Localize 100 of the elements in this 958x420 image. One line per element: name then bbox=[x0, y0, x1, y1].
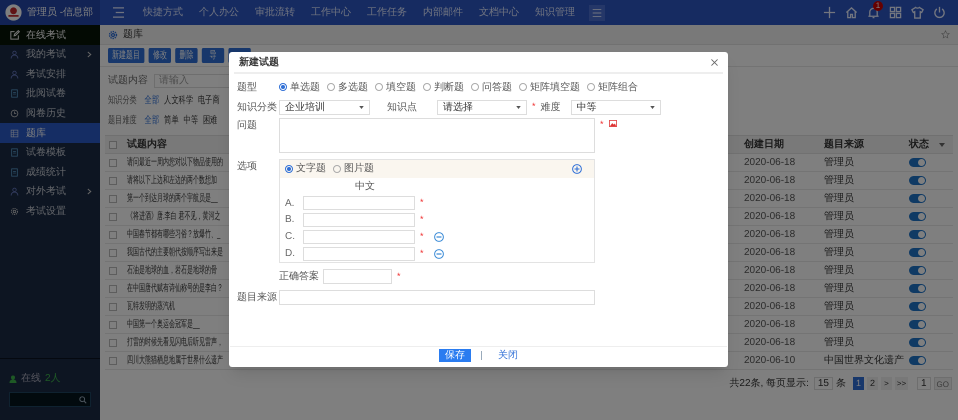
toolbar-button[interactable]: 修改 bbox=[148, 48, 171, 63]
select-field[interactable]: 企业培训 bbox=[279, 100, 370, 114]
checkbox[interactable] bbox=[109, 140, 117, 148]
close-link[interactable]: 关闭 bbox=[498, 348, 518, 363]
star-icon[interactable] bbox=[941, 30, 950, 39]
checkbox[interactable] bbox=[109, 212, 117, 220]
filter-option[interactable]: 人文科学 bbox=[164, 92, 193, 108]
bell-icon[interactable] bbox=[867, 6, 880, 19]
select-field[interactable]: 中等 bbox=[570, 100, 661, 114]
toggle-switch[interactable] bbox=[909, 158, 926, 167]
plus-icon[interactable] bbox=[823, 6, 836, 19]
toggle-switch[interactable] bbox=[909, 230, 926, 239]
filter-option[interactable]: 简单 bbox=[164, 112, 179, 128]
menu-icon[interactable] bbox=[112, 7, 125, 18]
option-input[interactable] bbox=[303, 212, 415, 227]
sidebar-item[interactable]: 批阅试卷 bbox=[0, 84, 100, 104]
checkbox[interactable] bbox=[109, 266, 117, 274]
checkbox[interactable] bbox=[109, 176, 117, 184]
checkbox[interactable] bbox=[109, 284, 117, 292]
toggle-switch[interactable] bbox=[909, 284, 926, 293]
toolbar-button[interactable]: 删除 bbox=[175, 48, 198, 63]
checkbox[interactable] bbox=[109, 230, 117, 238]
toggle-switch[interactable] bbox=[909, 320, 926, 329]
nav-link[interactable]: 快捷方式 bbox=[135, 5, 191, 20]
shirt-icon[interactable] bbox=[911, 6, 924, 19]
nav-link[interactable]: 知识管理 bbox=[527, 5, 583, 20]
radio-option[interactable]: 文字题 bbox=[285, 161, 326, 176]
nav-link[interactable]: 个人办公 bbox=[191, 5, 247, 20]
nav-link[interactable]: 文档中心 bbox=[471, 5, 527, 20]
radio-option[interactable]: 图片题 bbox=[333, 161, 374, 176]
sidebar-item[interactable]: 试卷模板 bbox=[0, 142, 100, 163]
remove-circle-icon[interactable] bbox=[434, 248, 444, 259]
toggle-switch[interactable] bbox=[909, 248, 926, 257]
filter-option[interactable]: 困难 bbox=[203, 112, 218, 128]
search-field[interactable] bbox=[9, 392, 91, 407]
checkbox[interactable] bbox=[109, 194, 117, 202]
toolbar-button[interactable]: 导 bbox=[202, 48, 224, 63]
toggle-switch[interactable] bbox=[909, 266, 926, 275]
checkbox[interactable] bbox=[109, 320, 117, 328]
power-icon[interactable] bbox=[933, 6, 946, 19]
select-field[interactable]: 请选择 bbox=[437, 100, 527, 114]
toggle-switch[interactable] bbox=[909, 356, 926, 365]
page-button[interactable]: 1 bbox=[852, 377, 864, 390]
option-input[interactable] bbox=[303, 246, 415, 261]
radio-option[interactable]: 矩阵填空题 bbox=[519, 80, 580, 94]
answer-input[interactable] bbox=[323, 269, 392, 284]
last-page-button[interactable]: >> bbox=[894, 377, 908, 390]
radio-option[interactable]: 填空题 bbox=[375, 80, 416, 94]
document-icon bbox=[10, 89, 19, 98]
filter-option[interactable]: 中等 bbox=[184, 112, 198, 128]
menu-icon[interactable] bbox=[589, 4, 605, 20]
sidebar-item[interactable]: 成绩统计 bbox=[0, 162, 100, 182]
grid-icon[interactable] bbox=[889, 6, 902, 19]
toolbar-button[interactable]: 新建题目 bbox=[108, 48, 144, 63]
checkbox[interactable] bbox=[109, 248, 117, 256]
nav-link[interactable]: 审批流转 bbox=[247, 5, 303, 20]
radio-option[interactable]: 多选题 bbox=[327, 80, 368, 94]
sidebar-item[interactable]: 对外考试 bbox=[0, 182, 100, 202]
next-page-button[interactable]: > bbox=[880, 377, 892, 390]
radio-option[interactable]: 单选题 bbox=[279, 80, 320, 94]
page-button[interactable]: 2 bbox=[866, 377, 878, 390]
option-input[interactable] bbox=[303, 196, 415, 210]
caret-down-icon[interactable] bbox=[939, 142, 945, 146]
radio-option[interactable]: 矩阵组合 bbox=[587, 80, 638, 94]
search-icon[interactable] bbox=[79, 396, 87, 404]
toggle-switch[interactable] bbox=[909, 212, 926, 221]
sidebar-item[interactable]: 考试设置 bbox=[0, 202, 100, 222]
checkbox[interactable] bbox=[109, 158, 117, 166]
option-letter: A. bbox=[285, 196, 296, 211]
sidebar-item[interactable]: 题库 bbox=[0, 123, 100, 143]
source-input[interactable] bbox=[279, 290, 595, 304]
filter-option[interactable]: 全部 bbox=[144, 112, 160, 128]
online-count: 2人 bbox=[45, 372, 61, 386]
option-input[interactable] bbox=[303, 230, 415, 244]
go-button[interactable]: GO bbox=[934, 377, 952, 390]
filter-option[interactable]: 电子商 bbox=[198, 92, 220, 108]
toggle-switch[interactable] bbox=[909, 194, 926, 203]
add-circle-icon[interactable] bbox=[572, 164, 582, 174]
checkbox[interactable] bbox=[109, 302, 117, 310]
image-icon[interactable] bbox=[608, 120, 617, 127]
filter-option[interactable]: 全部 bbox=[144, 92, 160, 108]
home-icon[interactable] bbox=[845, 6, 858, 19]
sidebar-item[interactable]: 我的考试 bbox=[0, 45, 100, 65]
sidebar-item[interactable]: 阅卷历史 bbox=[0, 104, 100, 124]
radio-option[interactable]: 问答题 bbox=[471, 80, 512, 94]
toggle-switch[interactable] bbox=[909, 302, 926, 311]
page-size-field[interactable]: 15 bbox=[814, 377, 833, 390]
radio-option[interactable]: 判断题 bbox=[423, 80, 464, 94]
toggle-switch[interactable] bbox=[909, 338, 926, 347]
save-button[interactable]: 保存 bbox=[439, 349, 471, 362]
close-icon[interactable] bbox=[711, 58, 718, 66]
toggle-switch[interactable] bbox=[909, 176, 926, 185]
sidebar-item[interactable]: 考试安排 bbox=[0, 64, 100, 84]
nav-link[interactable]: 工作任务 bbox=[359, 5, 415, 20]
nav-link[interactable]: 工作中心 bbox=[303, 5, 359, 20]
checkbox[interactable] bbox=[109, 356, 117, 364]
nav-link[interactable]: 内部邮件 bbox=[415, 5, 471, 20]
remove-circle-icon[interactable] bbox=[434, 232, 444, 242]
page-jump-field[interactable]: 1 bbox=[916, 377, 931, 390]
checkbox[interactable] bbox=[109, 338, 117, 346]
